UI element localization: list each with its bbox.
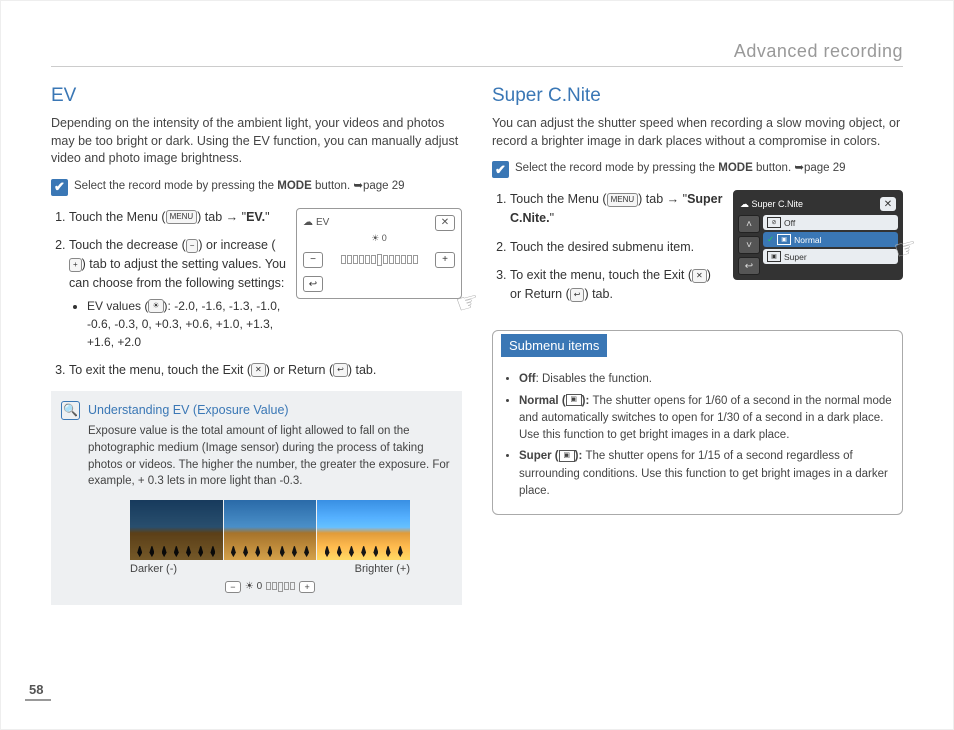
ev-triptych: Darker (-) Brighter (+) − ☀ 0 + <box>130 500 410 594</box>
triptych-label-left: Darker (-) <box>130 562 177 578</box>
ev-step-3: To exit the menu, touch the Exit (✕) or … <box>69 361 462 380</box>
plus-icon: + <box>299 581 315 593</box>
ev-info-body: Exposure value is the total amount of li… <box>88 423 452 490</box>
scn-option-super: ▣Super <box>763 249 898 264</box>
exit-icon: ✕ <box>251 363 266 377</box>
return-icon: ↩ <box>303 276 323 292</box>
submenu-item-off: Off: Disables the function. <box>519 371 892 388</box>
page-number: 58 <box>29 682 43 697</box>
ev-screen-value: ☀ 0 <box>303 233 455 244</box>
two-column-layout: EV Depending on the intensity of the amb… <box>51 85 903 605</box>
ev-intro: Depending on the intensity of the ambien… <box>51 115 462 168</box>
ev-check-note: ✔ Select the record mode by pressing the… <box>51 178 462 196</box>
ev-values-bullet: EV values (☀): -2.0, -1.6, -1.3, -1.0, -… <box>87 297 286 351</box>
close-icon: ✕ <box>435 215 455 231</box>
scn-check-text: Select the record mode by pressing the M… <box>515 160 846 174</box>
ev-scale <box>327 255 431 265</box>
scn-intro: You can adjust the shutter speed when re… <box>492 115 903 150</box>
triptych-label-right: Brighter (+) <box>355 562 410 578</box>
down-icon: ˅ <box>738 236 760 254</box>
sample-image-normal <box>224 500 317 560</box>
ev-value-icon: ☀ <box>148 299 163 313</box>
scn-steps-with-figure: Touch the Menu (MENU) tab → "Super C.Nit… <box>492 190 903 314</box>
check-icon: ✔ <box>51 179 68 196</box>
off-icon: ⊘ <box>767 217 781 228</box>
menu-icon: MENU <box>607 193 639 207</box>
submenu-item-normal: Normal (▣): The shutter opens for 1/60 o… <box>519 393 892 445</box>
ev-info-box: 🔍 Understanding EV (Exposure Value) Expo… <box>51 391 462 604</box>
submenu-items-box: Submenu items Off: Disables the function… <box>492 330 903 515</box>
submenu-item-super: Super (▣): The shutter opens for 1/15 of… <box>519 448 892 500</box>
scn-step-1: Touch the Menu (MENU) tab → "Super C.Nit… <box>510 190 723 228</box>
up-icon: ˄ <box>738 215 760 233</box>
hand-pointer-icon: ☞ <box>452 285 483 321</box>
ev-section: EV Depending on the intensity of the amb… <box>51 85 462 605</box>
submenu-title: Submenu items <box>501 334 607 358</box>
page-number-rule <box>25 699 51 701</box>
check-icon: ✔ <box>492 161 509 178</box>
scn-option-normal: ✓▣Normal <box>763 232 898 247</box>
ev-check-text: Select the record mode by pressing the M… <box>74 178 405 192</box>
ev-steps: Touch the Menu (MENU) tab → "EV." Touch … <box>51 208 286 351</box>
normal-mode-icon: ▣ <box>566 394 582 406</box>
ev-lcd-figure: ☁ EV ✕ ☀ 0 − + ↩ ☞ <box>296 208 462 300</box>
ev-step-3-list: To exit the menu, touch the Exit (✕) or … <box>51 361 462 380</box>
increase-button: + <box>435 252 455 268</box>
normal-icon: ▣ <box>777 234 791 245</box>
super-icon: ▣ <box>767 251 781 262</box>
return-icon: ↩ <box>738 257 760 275</box>
scn-screen-title: ☁ Super C.Nite <box>740 199 803 210</box>
ev-step-2: Touch the decrease (−) or increase (+) t… <box>69 236 286 350</box>
manual-page: Advanced recording EV Depending on the i… <box>0 0 954 730</box>
sample-image-darker <box>130 500 223 560</box>
close-icon: ✕ <box>880 197 896 211</box>
scn-option-off: ⊘Off <box>763 215 898 230</box>
minus-icon: − <box>186 239 199 253</box>
super-mode-icon: ▣ <box>559 450 575 462</box>
scn-step-2: Touch the desired submenu item. <box>510 238 723 257</box>
ev-screen-title: ☁ EV <box>303 217 329 228</box>
exit-icon: ✕ <box>692 269 707 283</box>
plus-icon: + <box>69 258 82 272</box>
magnifier-icon: 🔍 <box>61 401 80 420</box>
ev-info-title: Understanding EV (Exposure Value) <box>88 401 452 419</box>
ev-step-1: Touch the Menu (MENU) tab → "EV." <box>69 208 286 227</box>
page-header: Advanced recording <box>51 41 903 67</box>
return-icon: ↩ <box>570 288 585 302</box>
scn-steps: Touch the Menu (MENU) tab → "Super C.Nit… <box>492 190 723 304</box>
ev-heading: EV <box>51 85 462 107</box>
scn-step-3: To exit the menu, touch the Exit (✕) or … <box>510 266 723 304</box>
triptych-scale: − ☀ 0 + <box>130 580 410 595</box>
decrease-button: − <box>303 252 323 268</box>
scn-lcd-figure: ☁ Super C.Nite ✕ ˄ ˅ ↩ ⊘Off ✓▣Normal ▣Su… <box>733 190 903 280</box>
return-icon: ↩ <box>333 363 348 377</box>
sample-image-brighter <box>317 500 410 560</box>
ev-steps-with-figure: Touch the Menu (MENU) tab → "EV." Touch … <box>51 208 462 361</box>
scn-check-note: ✔ Select the record mode by pressing the… <box>492 160 903 178</box>
minus-icon: − <box>225 581 241 593</box>
super-cnite-section: Super C.Nite You can adjust the shutter … <box>492 85 903 605</box>
menu-icon: MENU <box>166 210 198 224</box>
scn-heading: Super C.Nite <box>492 85 903 107</box>
